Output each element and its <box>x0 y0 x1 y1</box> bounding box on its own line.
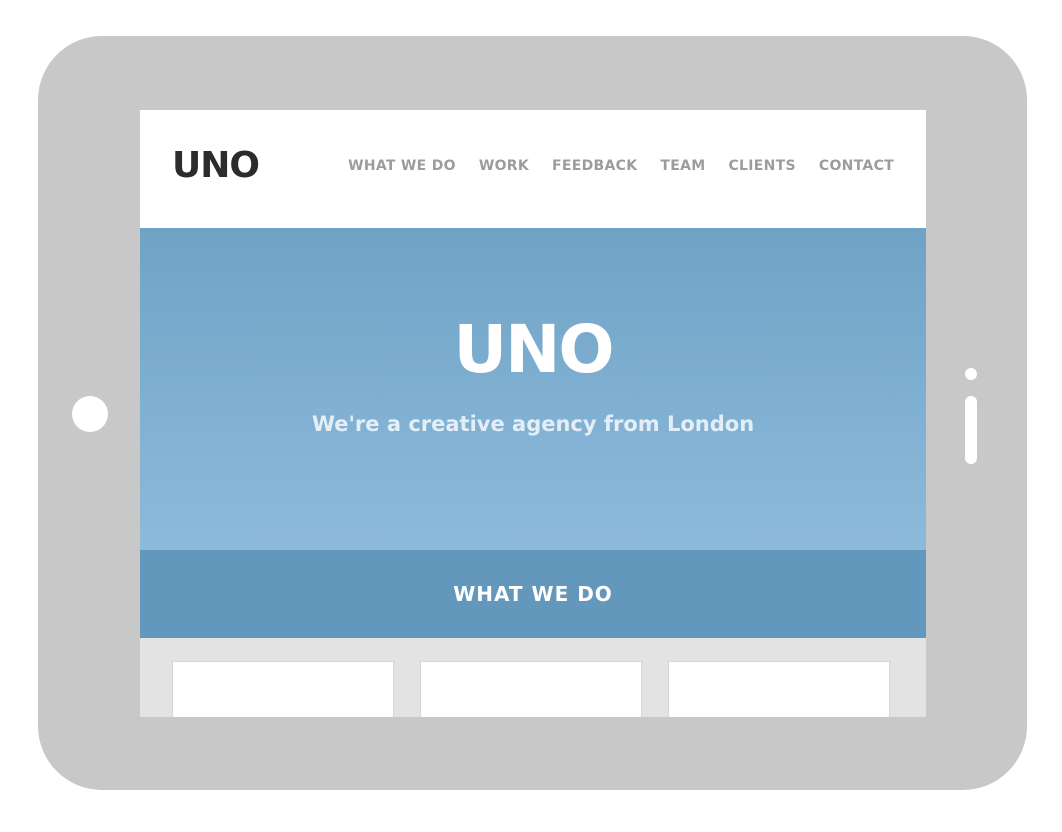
nav-item-what-we-do[interactable]: WHAT WE DO <box>348 156 456 176</box>
service-card <box>420 661 642 717</box>
section-title: WHAT WE DO <box>453 582 613 606</box>
hero-subtitle: We're a creative agency from London <box>311 412 755 436</box>
tablet-screen: UNO WHAT WE DO WORK FEEDBACK TEAM CLIENT… <box>140 110 926 717</box>
service-card <box>172 661 394 717</box>
what-we-do-section-header: WHAT WE DO <box>140 550 926 638</box>
site-header: UNO WHAT WE DO WORK FEEDBACK TEAM CLIENT… <box>140 110 926 228</box>
side-slot <box>965 396 977 464</box>
services-cards-area <box>140 638 926 717</box>
nav-item-work[interactable]: WORK <box>479 156 529 176</box>
nav-item-clients[interactable]: CLIENTS <box>728 156 795 176</box>
main-nav: WHAT WE DO WORK FEEDBACK TEAM CLIENTS CO… <box>348 156 894 176</box>
nav-item-team[interactable]: TEAM <box>660 156 705 176</box>
home-button[interactable] <box>72 396 108 432</box>
site-logo[interactable]: UNO <box>172 144 260 188</box>
hero-title: UNO <box>453 311 615 388</box>
nav-item-contact[interactable]: CONTACT <box>819 156 894 176</box>
hero-banner: UNO We're a creative agency from London <box>140 228 926 550</box>
service-card <box>668 661 890 717</box>
camera-dot <box>965 368 977 380</box>
nav-item-feedback[interactable]: FEEDBACK <box>552 156 637 176</box>
